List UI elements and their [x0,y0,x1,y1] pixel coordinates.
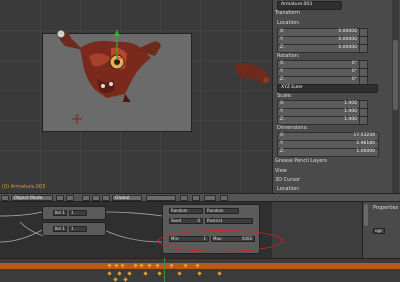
character-arm [234,63,270,84]
3d-cursor-icon[interactable] [72,114,82,124]
lock-icon[interactable] [359,44,368,53]
node-field[interactable]: 1 [69,226,87,232]
grease-pencil-header[interactable]: Grease Pencil Layers [275,158,377,165]
timeline-range-strip [0,263,400,269]
shading-button[interactable] [56,195,64,201]
rotation-mode-select[interactable]: XYZ Euler [277,84,378,93]
render-icon[interactable] [220,195,228,201]
manipulator-toggle[interactable] [82,195,90,201]
lock-icon[interactable] [359,116,368,125]
grid-line [40,0,41,193]
timeline[interactable] [0,258,400,282]
dimension-z-field[interactable]: Z: 1.00000 [277,148,379,157]
grid-line [200,0,201,193]
pivot-button[interactable] [66,195,74,201]
random-mode-field[interactable]: Random [169,208,203,214]
rotation-header: Rotation: [277,53,300,59]
restrict-field[interactable]: Restrict [205,218,253,224]
dimensions-header: Dimensions: [277,125,308,131]
node-a[interactable]: Kel 1 1 [42,206,106,220]
location-header: Location: [277,20,300,26]
node-b[interactable]: Kel 1 1 [42,222,106,236]
properties-panel: Armature.003 Transform Location: X: 0.000… [272,0,400,193]
viewport-object-label: (0) Armature.003 [2,184,46,190]
snap-select[interactable] [204,195,216,201]
translate-icon[interactable] [92,195,100,201]
editor-type-button[interactable] [1,195,9,201]
orientation-select[interactable]: Global [112,195,142,201]
lock-icon[interactable] [180,195,188,201]
3d-cursor-header[interactable]: 3D Cursor [275,177,377,184]
character-model[interactable] [55,28,165,103]
random-type-field[interactable]: Random [205,208,239,214]
side-panel-field[interactable]: ugs [373,228,385,234]
grid-line [240,0,241,193]
layers-buttons[interactable] [146,195,176,201]
scale-header: Scale: [277,93,293,99]
side-scrollbar[interactable] [364,204,368,226]
scale-z-field[interactable]: Z: 1.000 [277,116,361,125]
node-label: Kel 1 [53,210,67,216]
seed-field[interactable]: Seed 0 [169,218,203,224]
playhead[interactable] [164,258,165,282]
rotate-icon[interactable] [102,195,110,201]
mode-select[interactable]: Object Mode [11,195,53,201]
magnet-icon[interactable] [192,195,200,201]
node-field[interactable]: 1 [69,210,87,216]
transform-header[interactable]: Transform [275,10,377,17]
side-panel-title: Properties [373,205,399,211]
scrollbar-thumb[interactable] [393,40,398,110]
highlight-ellipse [158,230,283,252]
location-z-field[interactable]: Z: 0.00000 [277,44,361,53]
view3d-header: Object Mode Global [0,193,400,202]
object-name-field[interactable]: Armature.003 [277,1,342,10]
view-header[interactable]: View [275,168,377,175]
node-label: Kel 1 [53,226,67,232]
cursor-location-label: Location: [277,186,300,192]
